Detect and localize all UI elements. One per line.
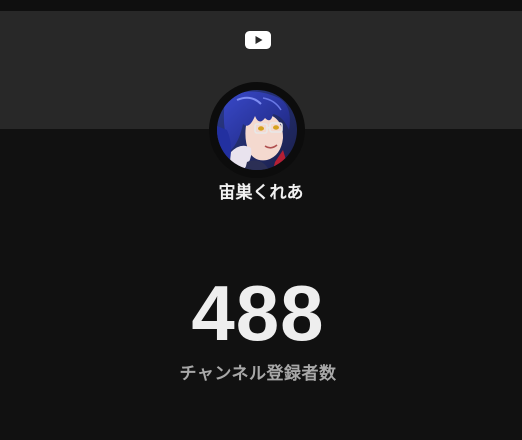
avatar-ring xyxy=(209,82,305,178)
youtube-play-icon xyxy=(245,31,271,49)
top-strip xyxy=(0,0,522,11)
subscriber-count: 488 xyxy=(191,269,325,357)
subscriber-count-label: チャンネル登録者数 xyxy=(179,364,337,384)
channel-name[interactable]: 宙巣くれあ xyxy=(0,181,522,205)
subscriber-counter-page: 宙巣くれあ 488 チャンネル登録者数 xyxy=(0,0,522,440)
channel-avatar[interactable] xyxy=(217,90,297,170)
